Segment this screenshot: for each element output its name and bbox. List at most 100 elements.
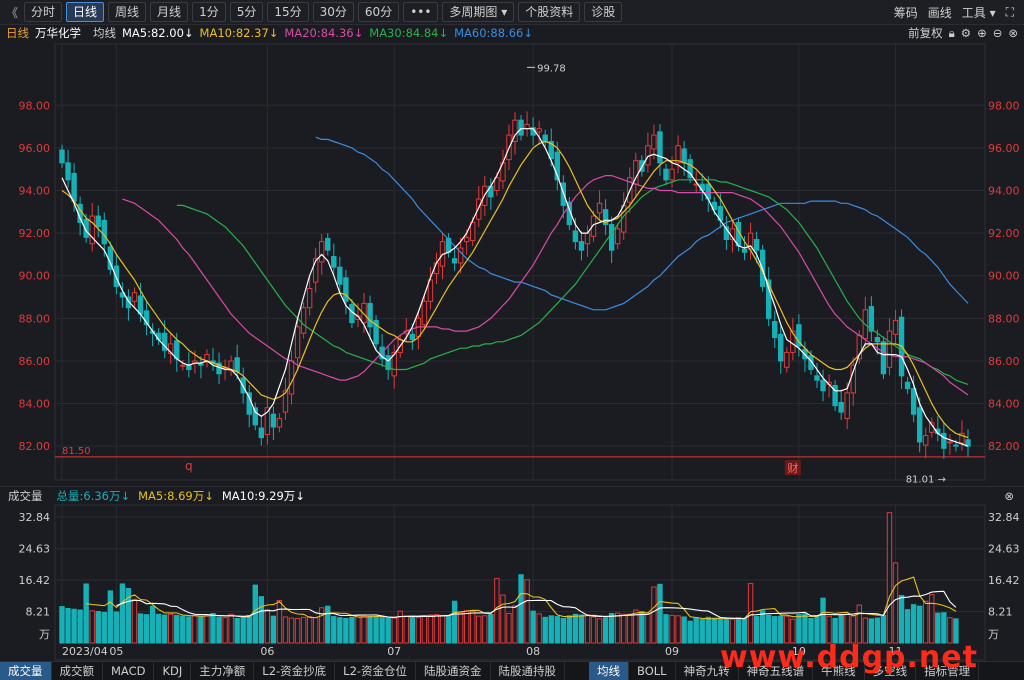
y-tick-label: 88.00 xyxy=(19,312,51,325)
period-button[interactable]: 周线 xyxy=(108,2,147,22)
volume-bar-down xyxy=(687,620,693,644)
volume-bar-down xyxy=(155,613,162,644)
volume-bar-down xyxy=(119,583,126,644)
volume-bar-up xyxy=(403,615,409,644)
volume-close-icon[interactable]: ⊗ xyxy=(1004,489,1014,503)
volume-bar-down xyxy=(451,600,458,644)
candle-down xyxy=(71,172,77,202)
period-buttons: 分时 日线 周线 月线 1分 5分 15分 30分 60分 ••• 多周期图 ▾ 个股资料 诊股 xyxy=(20,2,623,22)
lock-icon[interactable]: 🔒︎ xyxy=(949,26,955,41)
close-icon[interactable]: ⊗ xyxy=(1008,26,1018,40)
zoom-in-icon[interactable]: ⊕ xyxy=(977,26,987,40)
indicator-tab[interactable]: L2-资金仓位 xyxy=(335,662,417,680)
settings-icon[interactable]: ⚙︎ xyxy=(961,26,971,40)
period-button[interactable]: 5分 xyxy=(229,2,264,22)
indicator-tab[interactable]: MACD xyxy=(103,662,155,680)
volume-bar-down xyxy=(765,614,772,644)
candle-up xyxy=(892,319,899,335)
toolbar-right: 筹码 画线 工具 ▾ ⛶ xyxy=(894,0,1024,24)
volume-bar-up xyxy=(222,617,228,644)
volume-bar-down xyxy=(385,617,391,644)
indicator-tab[interactable]: 均线 xyxy=(589,662,630,680)
volume-bar-down xyxy=(941,612,947,644)
period-button[interactable]: 日线 xyxy=(66,2,105,22)
volume-bar-up xyxy=(192,615,198,644)
candle-down xyxy=(198,363,204,366)
y-tick-label-right: 90.00 xyxy=(988,270,1020,283)
candle-up xyxy=(294,326,301,359)
volume-bar-up xyxy=(536,613,542,644)
adjust-select[interactable]: 前复权 xyxy=(908,25,943,41)
period-button[interactable]: 分时 xyxy=(24,2,63,22)
volume-bar-up xyxy=(596,618,603,644)
volume-bar-down xyxy=(838,614,844,644)
y-tick-label-right: 96.00 xyxy=(988,142,1020,155)
indicator-tab[interactable]: 陆股通持股 xyxy=(491,662,566,680)
tools-menu[interactable]: 工具 ▾ xyxy=(962,4,996,21)
y-tick-label-right: 94.00 xyxy=(988,184,1020,197)
volume-title[interactable]: 成交量 xyxy=(8,488,43,504)
volume-bar-up xyxy=(494,578,500,644)
volume-bar-up xyxy=(506,612,512,644)
candle-up xyxy=(463,236,470,243)
candle-up xyxy=(844,392,850,419)
candle-up xyxy=(180,364,186,367)
y-tick-label: 90.00 xyxy=(19,270,51,283)
period-button[interactable]: 多周期图 ▾ xyxy=(442,2,515,22)
y-tick-label: 98.00 xyxy=(19,99,51,112)
volume-bar-up xyxy=(319,607,325,644)
candle-down xyxy=(518,119,524,136)
y-tick-label: 94.00 xyxy=(19,184,51,197)
period-button[interactable]: 15分 xyxy=(267,2,309,22)
ma20-line xyxy=(122,175,969,396)
volume-bar-down xyxy=(101,611,107,644)
volume-bar-down xyxy=(216,616,222,644)
volume-bar-down xyxy=(343,617,349,644)
vol-tick-label: 8.21 xyxy=(26,606,51,619)
period-button[interactable]: ••• xyxy=(403,2,439,22)
indicator-tab[interactable]: 主力净额 xyxy=(191,662,255,680)
volume-bar-up xyxy=(524,579,530,644)
volume-bar-down xyxy=(518,574,524,644)
period-button[interactable]: 个股资料 xyxy=(518,2,581,22)
candle-down xyxy=(663,168,669,181)
volume-ma10-line xyxy=(116,590,957,620)
volume-bar-down xyxy=(657,583,663,644)
period-button[interactable]: 60分 xyxy=(357,2,400,22)
volume-bar-down xyxy=(83,583,89,644)
indicator-tab[interactable]: 成交量 xyxy=(0,662,52,680)
volume-bar-up xyxy=(476,615,482,644)
indicator-tab[interactable]: L2-资金抄底 xyxy=(254,662,336,680)
period-button[interactable]: 诊股 xyxy=(584,2,623,22)
draw-line-button[interactable]: 画线 xyxy=(928,4,952,21)
back-icon[interactable]: 《 xyxy=(4,4,20,21)
period-button[interactable]: 月线 xyxy=(150,2,189,22)
indicator-tab[interactable]: KDJ xyxy=(154,662,192,680)
volume-bar-down xyxy=(820,597,826,644)
candle-down xyxy=(741,248,748,253)
expand-icon[interactable]: ⛶ xyxy=(1006,5,1014,20)
period-button[interactable]: 30分 xyxy=(312,2,354,22)
volume-bar-down xyxy=(71,608,77,644)
high-marker-label: 99.78 xyxy=(537,63,566,74)
indicator-tab[interactable]: BOLL xyxy=(629,662,676,680)
indicator-tab[interactable]: 陆股通资金 xyxy=(416,662,491,680)
stock-name[interactable]: 万华化学 xyxy=(35,25,81,41)
volume-chart[interactable]: 32.84 32.84 24.63 24.63 16.42 16.42 8.21 8.21 万 万… xyxy=(0,504,1024,661)
avg-label[interactable]: 均线 xyxy=(93,25,116,41)
candlestick-chart[interactable]: 98.00 98.00 96.00 96.00 94.00 94.00 92.00 92.00… xyxy=(0,42,1024,486)
volume-bar-down xyxy=(367,616,373,644)
y-tick-label: 96.00 xyxy=(19,142,51,155)
chips-button[interactable]: 筹码 xyxy=(894,4,918,21)
candle-up xyxy=(886,330,893,368)
zoom-out-icon[interactable]: ⊖ xyxy=(993,26,1003,40)
candle-down xyxy=(337,266,343,285)
event-marker-cai: 财 xyxy=(787,461,798,475)
candle-down xyxy=(910,388,917,415)
volume-bar-down xyxy=(916,605,923,644)
candle-down xyxy=(234,357,240,373)
indicator-tab[interactable]: 成交额 xyxy=(52,662,103,680)
volume-bar-down xyxy=(180,615,186,644)
candle-up xyxy=(131,292,138,302)
period-button[interactable]: 1分 xyxy=(192,2,226,22)
